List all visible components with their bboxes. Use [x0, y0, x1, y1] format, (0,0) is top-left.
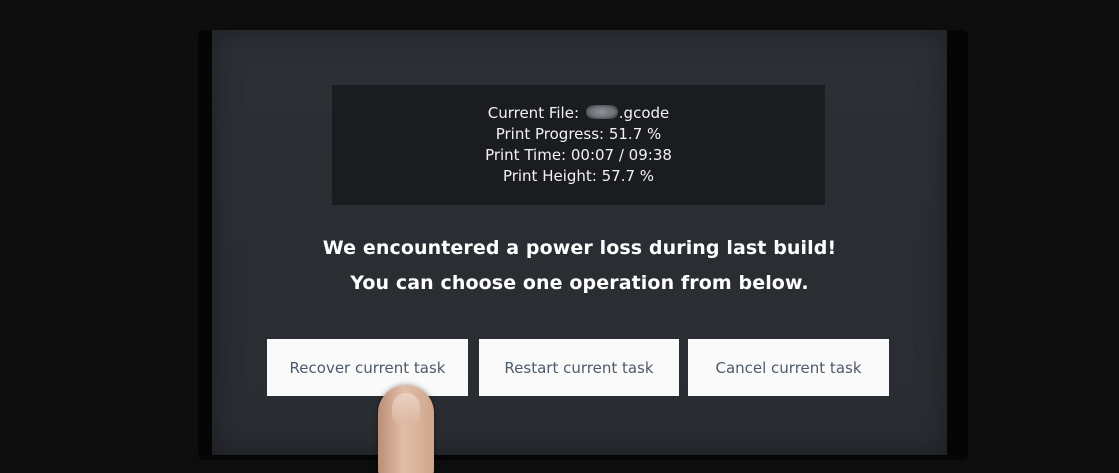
print-status-panel: Current File: .gcode Print Progress: 51.…: [332, 85, 825, 205]
pointing-finger: [378, 385, 434, 473]
print-height-line: Print Height: 57.7 %: [502, 167, 655, 185]
print-time-line: Print Time: 00:07 / 09:38: [485, 146, 672, 164]
restart-task-button[interactable]: Restart current task: [479, 339, 679, 396]
print-progress-line: Print Progress: 51.7 %: [495, 125, 662, 143]
current-file-label: Current File:: [487, 104, 579, 122]
fingernail: [392, 393, 420, 423]
touch-screen: Current File: .gcode Print Progress: 51.…: [212, 30, 947, 455]
choose-operation-message: You can choose one operation from below.: [350, 272, 809, 294]
recover-task-button[interactable]: Recover current task: [267, 339, 468, 396]
power-loss-message: We encountered a power loss during last …: [322, 237, 837, 259]
current-file-extension: .gcode: [618, 104, 670, 122]
redacted-filename: [585, 105, 618, 119]
cancel-task-button[interactable]: Cancel current task: [688, 339, 889, 396]
current-file-line: Current File: .gcode: [332, 103, 825, 124]
device-photo: Current File: .gcode Print Progress: 51.…: [0, 0, 1119, 473]
